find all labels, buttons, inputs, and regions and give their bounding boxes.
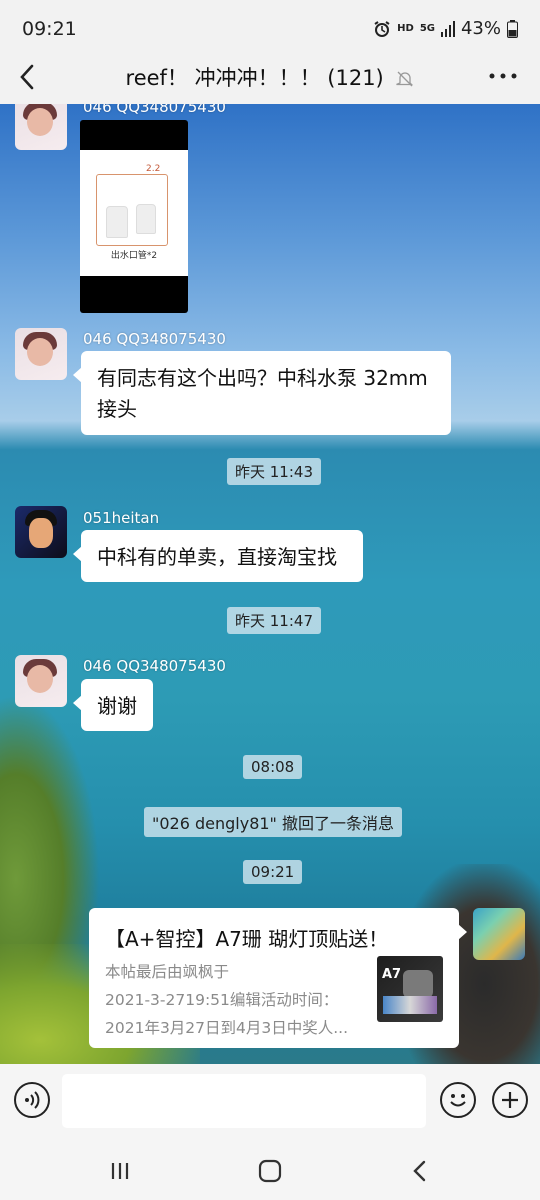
image-annotation: 2.2 <box>146 164 161 174</box>
message-bubble[interactable]: 谢谢 <box>73 679 153 731</box>
chat-area[interactable]: 046 QQ348075430 2.2 出水口管*2 046 QQ3480754… <box>0 104 540 1064</box>
message-line: 有同志有这个出吗？中科水泵 32mm <box>97 366 428 390</box>
sender-name: 046 QQ348075430 <box>83 104 226 116</box>
timestamp: 昨天 11:47 <box>227 607 321 634</box>
message-text: 中科有的单卖，直接淘宝找 <box>97 545 337 569</box>
recent-apps-icon[interactable] <box>105 1156 135 1186</box>
chat-title-text: reef！ 冲冲冲！！！ (121) <box>125 66 384 90</box>
card-title: 【A+智控】A7珊 瑚灯顶贴送！ <box>105 927 389 951</box>
message-bubble[interactable]: 中科有的单卖，直接淘宝找 <box>73 530 363 582</box>
status-icons: HD 5G 43% <box>373 18 518 39</box>
voice-button[interactable] <box>14 1082 50 1118</box>
card-desc-line: 本帖最后由飒枫于 <box>105 963 230 981</box>
my-avatar[interactable] <box>473 908 525 960</box>
battery-percent: 43% <box>460 18 501 39</box>
link-card-message[interactable]: 【A+智控】A7珊 瑚灯顶贴送！ 本帖最后由飒枫于 2021-3-2719:51… <box>89 908 467 1048</box>
input-bar <box>0 1064 540 1140</box>
system-nav-bar <box>0 1140 540 1200</box>
recall-notice: "026 dengly81" 撤回了一条消息 <box>144 807 403 837</box>
avatar[interactable] <box>15 104 67 150</box>
signal-icon <box>440 20 455 37</box>
timestamp: 08:08 <box>243 755 303 779</box>
status-time: 09:21 <box>22 18 77 40</box>
voice-icon <box>25 1091 40 1109</box>
emoji-button[interactable] <box>440 1082 476 1118</box>
card-description: 本帖最后由飒枫于 2021-3-2719:51编辑活动时间： 2021年3月27… <box>105 958 365 1042</box>
timestamp: 昨天 11:43 <box>227 458 321 485</box>
back-icon[interactable] <box>405 1156 435 1186</box>
home-icon[interactable] <box>255 1156 285 1186</box>
message-line: 接头 <box>97 397 137 421</box>
emoji-icon <box>450 1094 466 1107</box>
image-message[interactable]: 2.2 出水口管*2 <box>80 120 188 313</box>
sender-name: 051heitan <box>83 509 160 527</box>
card-thumbnail-label: A7 <box>382 967 402 982</box>
message-text: 谢谢 <box>97 694 137 718</box>
mute-bell-icon <box>396 71 414 87</box>
card-desc-line: 2021-3-2719:51编辑活动时间： <box>105 991 339 1009</box>
avatar[interactable] <box>15 655 67 707</box>
network-gen-label: 5G <box>419 23 435 34</box>
card-desc-line: 2021年3月27日到4月3日中奖人... <box>105 1019 349 1037</box>
sender-name: 046 QQ348075430 <box>83 330 226 348</box>
plus-icon <box>502 1092 518 1108</box>
chat-header: reef！ 冲冲冲！！！ (121) <box>0 50 540 104</box>
chat-title: reef！ 冲冲冲！！！ (121) <box>0 62 540 92</box>
network-label: HD <box>397 23 414 34</box>
avatar[interactable] <box>15 328 67 380</box>
message-input[interactable] <box>62 1074 426 1128</box>
message-bubble[interactable]: 有同志有这个出吗？中科水泵 32mm 接头 <box>73 351 451 435</box>
sender-name: 046 QQ348075430 <box>83 657 226 675</box>
timestamp: 09:21 <box>243 860 303 884</box>
card-thumbnail: A7 <box>377 956 443 1022</box>
plus-button[interactable] <box>492 1082 528 1118</box>
battery-icon <box>507 19 518 38</box>
alarm-icon <box>374 20 390 37</box>
more-dots-icon[interactable] <box>488 64 518 88</box>
avatar[interactable] <box>15 506 67 558</box>
image-caption: 出水口管*2 <box>110 251 158 261</box>
